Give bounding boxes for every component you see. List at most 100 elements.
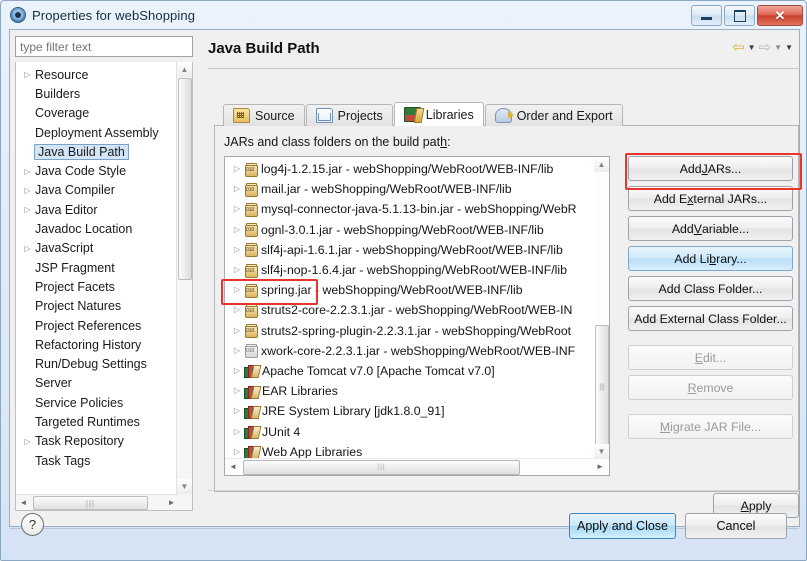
tree-vertical-scrollbar[interactable]: ▲ ▼ <box>176 62 192 510</box>
tree-hscroll-thumb[interactable]: ||| <box>33 496 148 510</box>
add-class-folder-button[interactable]: Add Class Folder... <box>628 276 793 301</box>
add-external-jars-button[interactable]: Add Ex ternal JARs... <box>628 186 793 211</box>
button-label-mnemonic: E <box>694 350 703 365</box>
sidebar-item-java-code-style[interactable]: ▷ Java Code Style <box>16 161 178 180</box>
expand-arrow-icon[interactable]: ▷ <box>231 284 243 296</box>
expand-arrow-icon[interactable]: ▷ <box>231 325 243 337</box>
expand-arrow-icon[interactable]: ▷ <box>22 436 33 447</box>
expand-arrow-icon[interactable]: ▷ <box>231 244 243 256</box>
add-library-button[interactable]: Add Li b rary... <box>628 246 793 271</box>
sidebar-item-javadoc-location[interactable]: Javadoc Location <box>16 219 178 238</box>
expand-arrow-icon[interactable]: ▷ <box>231 224 243 236</box>
expand-arrow-icon[interactable]: ▷ <box>231 365 243 377</box>
build-path-row[interactable]: ▷ 010 xwork-core-2.2.3.1.jar - webShopping… <box>225 341 595 361</box>
expand-arrow-icon[interactable]: ▷ <box>22 243 33 254</box>
build-path-row[interactable]: ▷ JRE System Library [jdk1.8.0_91] <box>225 401 595 421</box>
sidebar-item-run-debug-settings[interactable]: Run/Debug Settings <box>16 354 178 373</box>
sidebar-item-coverage[interactable]: Coverage <box>16 104 178 123</box>
back-history-chevron-down-icon[interactable]: ▼ <box>748 43 756 52</box>
tree-scroll-down-button[interactable]: ▼ <box>177 479 192 494</box>
sidebar-item-project-references[interactable]: Project References <box>16 316 178 335</box>
sidebar-item-builders[interactable]: Builders <box>16 84 178 103</box>
sidebar-item-resource[interactable]: ▷ Resource <box>16 65 178 84</box>
expand-arrow-icon[interactable]: ▷ <box>22 185 33 196</box>
tree-scroll-thumb[interactable] <box>178 78 192 280</box>
sidebar-item-refactoring-history[interactable]: Refactoring History <box>16 335 178 354</box>
tree-scroll-right-button[interactable]: ► <box>164 495 179 510</box>
list-scroll-right-button[interactable]: ► <box>592 459 608 474</box>
add-jars-button[interactable]: Add J ARs... <box>628 156 793 181</box>
build-path-row[interactable]: ▷ Apache Tomcat v7.0 [Apache Tomcat v7.0] <box>225 361 595 381</box>
list-scroll-thumb[interactable]: ||| <box>595 325 609 449</box>
sidebar-item-server[interactable]: Server <box>16 374 178 393</box>
expand-arrow-icon[interactable]: ▷ <box>231 405 243 417</box>
sidebar-item-deployment-assembly[interactable]: Deployment Assembly <box>16 123 178 142</box>
expand-arrow-icon[interactable]: ▷ <box>231 446 243 458</box>
sidebar-item-java-compiler[interactable]: ▷ Java Compiler <box>16 181 178 200</box>
apply-and-close-button[interactable]: Apply and Close <box>569 513 676 539</box>
list-hscroll-thumb[interactable]: ||| <box>243 460 520 475</box>
expand-arrow-icon[interactable]: ▷ <box>231 345 243 357</box>
sidebar-item-service-policies[interactable]: Service Policies <box>16 393 178 412</box>
list-scroll-down-button[interactable]: ▼ <box>594 444 609 459</box>
tab-projects[interactable]: Projects <box>305 104 393 126</box>
sidebar-item-label: JavaScript <box>35 241 94 256</box>
expand-arrow-icon[interactable]: ▷ <box>231 304 243 316</box>
list-vertical-scrollbar[interactable]: ▲ ||| ▼ <box>594 157 609 459</box>
list-horizontal-scrollbar[interactable]: ◄ ||| ► <box>225 458 609 475</box>
expand-arrow-icon[interactable]: ▷ <box>22 204 33 215</box>
expand-arrow-icon[interactable]: ▷ <box>231 163 243 175</box>
jar-icon: 010 <box>244 324 258 339</box>
build-path-list[interactable]: ▷ 010 log4j-1.2.15.jar - webShopping/WebRo… <box>224 156 610 476</box>
forward-arrow-icon[interactable]: ⇨ <box>759 40 772 55</box>
build-path-row[interactable]: ▷ 010 log4j-1.2.15.jar - webShopping/WebRo… <box>225 159 595 179</box>
add-variable-button[interactable]: Add Variable... <box>628 216 793 241</box>
minimize-button[interactable] <box>691 5 722 26</box>
tree-horizontal-scrollbar[interactable]: ◄ ||| ► <box>16 494 179 510</box>
sidebar-item-java-build-path[interactable]: Java Build Path <box>16 142 178 161</box>
build-path-row[interactable]: ▷ 010 mail.jar - webShopping/WebRoot/WEB-I… <box>225 179 595 199</box>
help-question-icon[interactable]: ? <box>21 513 44 536</box>
expand-arrow-icon[interactable]: ▷ <box>231 264 243 276</box>
sidebar-item-task-tags[interactable]: Task Tags <box>16 451 178 470</box>
expand-arrow-icon[interactable]: ▷ <box>231 203 243 215</box>
tree-scroll-up-button[interactable]: ▲ <box>177 62 192 77</box>
sidebar-item-java-editor[interactable]: ▷ Java Editor <box>16 200 178 219</box>
sidebar-item-javascript[interactable]: ▷ JavaScript <box>16 239 178 258</box>
cancel-button[interactable]: Cancel <box>685 513 787 539</box>
sidebar-item-task-repository[interactable]: ▷ Task Repository <box>16 432 178 451</box>
grip-icon: ||| <box>377 464 386 471</box>
build-path-row[interactable]: ▷ 010 struts2-spring-plugin-2.2.3.1.jar - … <box>225 321 595 341</box>
expand-arrow-icon[interactable]: ▷ <box>231 183 243 195</box>
build-path-row[interactable]: ▷ 010 spring.jar - webShopping/WebRoot/WEB… <box>225 280 595 300</box>
settings-tree[interactable]: ▷ Resource Builders Coverage Deployment Asse… <box>15 62 193 511</box>
build-path-row[interactable]: ▷ 010 slf4j-api-1.6.1.jar - webShopping/We… <box>225 240 595 260</box>
sidebar-item-targeted-runtimes[interactable]: Targeted Runtimes <box>16 412 178 431</box>
expand-arrow-icon[interactable]: ▷ <box>22 166 33 177</box>
back-arrow-icon[interactable]: ⇦ <box>732 40 745 55</box>
tree-scroll-left-button[interactable]: ◄ <box>16 495 31 510</box>
sidebar-item-project-natures[interactable]: Project Natures <box>16 297 178 316</box>
forward-history-chevron-down-icon[interactable]: ▼ <box>774 43 782 52</box>
build-path-row[interactable]: ▷ EAR Libraries <box>225 381 595 401</box>
expand-arrow-icon[interactable]: ▷ <box>231 426 243 438</box>
sidebar-item-jsp-fragment[interactable]: JSP Fragment <box>16 258 178 277</box>
filter-input[interactable] <box>15 36 193 57</box>
build-path-row[interactable]: ▷ 010 slf4j-nop-1.6.4.jar - webShopping/We… <box>225 260 595 280</box>
tab-source[interactable]: Source <box>223 104 305 126</box>
build-path-row[interactable]: ▷ 010 struts2-core-2.2.3.1.jar - webShoppi… <box>225 300 595 320</box>
sidebar-item-project-facets[interactable]: Project Facets <box>16 277 178 296</box>
add-external-class-folder-button[interactable]: Add External Class Folder... <box>628 306 793 331</box>
view-menu-chevron-down-icon[interactable]: ▼ <box>785 43 793 52</box>
build-path-row[interactable]: ▷ 010 mysql-connector-java-5.1.13-bin.jar … <box>225 199 595 219</box>
close-button[interactable]: ✕ <box>757 5 803 26</box>
list-scroll-up-button[interactable]: ▲ <box>594 157 609 172</box>
expand-arrow-icon[interactable]: ▷ <box>22 69 33 80</box>
build-path-row[interactable]: ▷ JUnit 4 <box>225 421 595 441</box>
list-scroll-left-button[interactable]: ◄ <box>225 459 241 474</box>
tab-order-and-export[interactable]: Order and Export <box>484 104 623 126</box>
expand-arrow-icon[interactable]: ▷ <box>231 385 243 397</box>
tab-libraries[interactable]: Libraries <box>393 102 484 126</box>
maximize-button[interactable] <box>724 5 755 26</box>
build-path-row[interactable]: ▷ 010 ognl-3.0.1.jar - webShopping/WebRoot… <box>225 220 595 240</box>
